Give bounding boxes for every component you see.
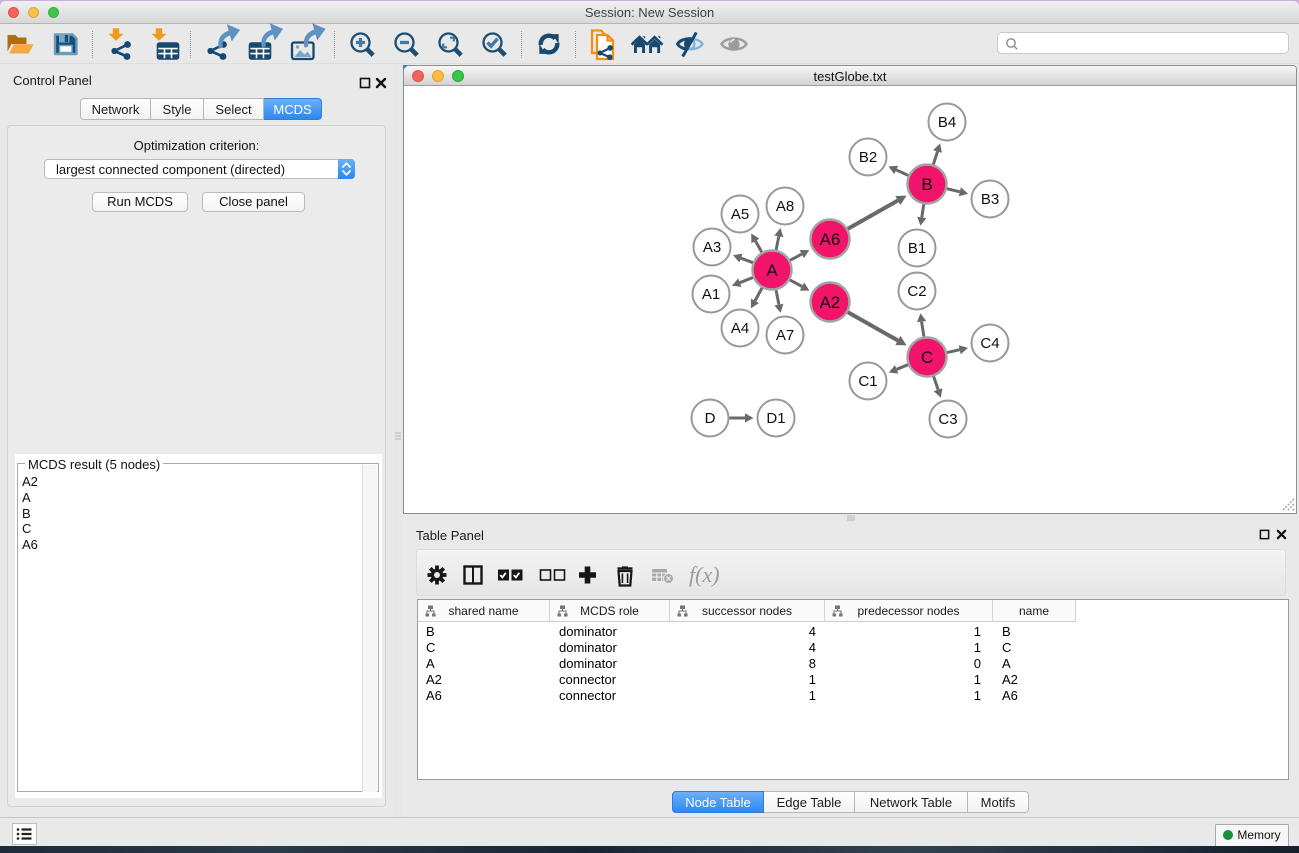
svg-text:B3: B3	[981, 191, 999, 208]
svg-text:B2: B2	[859, 149, 877, 166]
svg-text:C2: C2	[907, 283, 926, 300]
svg-text:f(x): f(x)	[689, 562, 720, 587]
svg-text:B: B	[921, 175, 932, 194]
svg-text:A8: A8	[776, 198, 794, 215]
svg-text:C3: C3	[938, 411, 957, 428]
svg-text:A4: A4	[731, 320, 749, 337]
svg-text:A: A	[766, 261, 778, 280]
svg-text:A2: A2	[820, 293, 841, 312]
svg-text:C4: C4	[980, 335, 999, 352]
svg-text:A6: A6	[820, 230, 841, 249]
svg-text:A7: A7	[776, 327, 794, 344]
svg-text:A5: A5	[731, 206, 749, 223]
svg-text:C: C	[921, 348, 933, 367]
svg-text:C1: C1	[858, 373, 877, 390]
svg-text:A3: A3	[703, 239, 721, 256]
svg-text:A1: A1	[702, 286, 720, 303]
svg-text:B1: B1	[908, 240, 926, 257]
svg-text:D: D	[705, 410, 716, 427]
svg-text:B4: B4	[938, 114, 956, 131]
svg-text:D1: D1	[766, 410, 785, 427]
